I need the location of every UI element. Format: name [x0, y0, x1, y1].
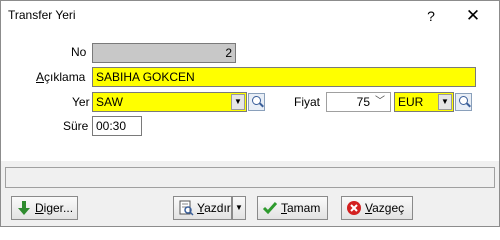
window-title: Transfer Yeri: [8, 8, 76, 22]
vazgec-button[interactable]: Vazgeç: [341, 196, 413, 220]
cancel-icon: [347, 201, 361, 215]
form-panel: No 2 Açıklama SABIHA GOKCEN Yer SAW ▼ Fi…: [1, 31, 499, 161]
no-field: 2: [92, 43, 236, 63]
no-label: No: [71, 45, 87, 59]
aciklama-label: Açıklama: [36, 70, 85, 84]
aciklama-label-mnemonic: A: [36, 70, 45, 84]
fiyat-spinbox[interactable]: 75 ﹀: [326, 92, 391, 112]
down-arrow-icon: [18, 201, 30, 215]
chevron-down-icon: ▼: [235, 203, 243, 212]
diger-button[interactable]: Diger...: [11, 196, 78, 220]
currency-value: EUR: [398, 95, 424, 109]
chevron-down-icon: ﹀: [375, 96, 385, 107]
yazdir-dropdown-button[interactable]: ▼: [232, 196, 246, 220]
chevron-down-icon: ▼: [441, 97, 449, 106]
yer-value: SAW: [96, 95, 123, 109]
help-button[interactable]: ?: [419, 4, 443, 28]
checkmark-icon: [262, 202, 278, 215]
yer-combobox[interactable]: SAW: [92, 92, 247, 112]
chevron-down-icon: ▼: [234, 97, 242, 106]
fiyat-value: 75: [356, 95, 370, 109]
yazdir-button[interactable]: Yazdır: [173, 196, 232, 220]
title-bar: Transfer Yeri ? ✕: [1, 1, 499, 31]
currency-dropdown-button[interactable]: ▼: [438, 94, 452, 110]
dialog-window: Transfer Yeri ? ✕ No 2 Açıklama SABIHA G…: [0, 0, 500, 227]
fiyat-label: Fiyat: [294, 95, 321, 109]
print-preview-icon: [179, 200, 194, 216]
status-bar: [5, 167, 495, 188]
button-bar: Diger... Yazdır ▼ Tamam Vazgeç: [1, 191, 499, 226]
aciklama-label-text: çıklama: [44, 70, 86, 84]
sure-label: Süre: [63, 119, 89, 133]
yer-dropdown-button[interactable]: ▼: [231, 94, 245, 110]
aciklama-input[interactable]: SABIHA GOKCEN: [92, 67, 476, 87]
yer-lookup-button[interactable]: [248, 93, 265, 111]
sure-input[interactable]: 00:30: [92, 116, 142, 136]
tamam-button[interactable]: Tamam: [257, 196, 328, 220]
yer-label: Yer: [72, 95, 90, 109]
close-button[interactable]: ✕: [461, 4, 485, 28]
currency-lookup-button[interactable]: [455, 93, 472, 111]
